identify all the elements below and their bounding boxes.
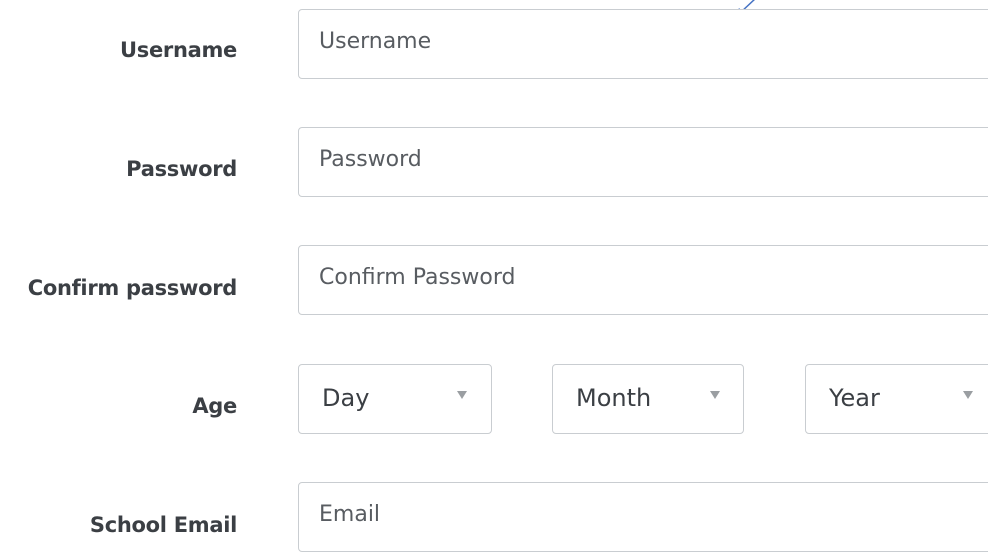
confirm-password-field[interactable]	[298, 245, 988, 315]
year-select-value: Year	[829, 384, 880, 412]
password-input[interactable]	[299, 128, 988, 196]
school-email-field[interactable]	[298, 482, 988, 552]
day-select-value: Day	[322, 384, 370, 412]
confirm-password-input[interactable]	[299, 246, 988, 314]
school-email-input[interactable]	[299, 483, 988, 551]
confirm-password-label: Confirm password	[27, 276, 238, 300]
age-label: Age	[192, 394, 237, 418]
year-select[interactable]: Year	[805, 364, 988, 434]
username-label: Username	[120, 38, 237, 62]
password-field[interactable]	[298, 127, 988, 197]
chevron-down-icon	[963, 391, 973, 399]
password-label: Password	[126, 157, 237, 181]
chevron-down-icon	[710, 391, 720, 399]
month-select[interactable]: Month	[552, 364, 744, 434]
month-select-value: Month	[576, 384, 652, 412]
day-select[interactable]: Day	[298, 364, 492, 434]
chevron-down-icon	[457, 391, 467, 399]
username-input[interactable]	[299, 10, 988, 78]
school-email-label: School Email	[89, 513, 237, 537]
username-field[interactable]	[298, 9, 988, 79]
